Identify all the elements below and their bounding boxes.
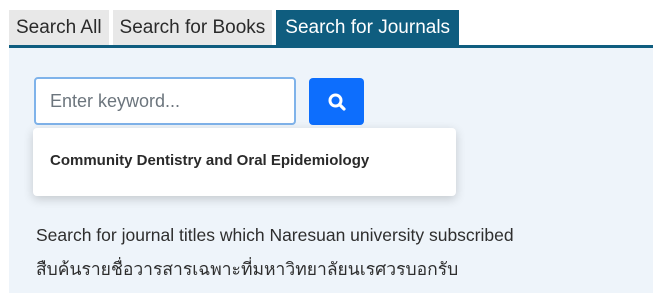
- tab-search-all[interactable]: Search All: [9, 10, 109, 46]
- autocomplete-dropdown: Community Dentistry and Oral Epidemiolog…: [33, 128, 456, 196]
- search-tabs: Search All Search for Books Search for J…: [9, 10, 460, 46]
- description-thai: สืบค้นรายชื่อวารสารเฉพาะที่มหาวิทยาลัยนเ…: [36, 259, 459, 279]
- tab-search-journals[interactable]: Search for Journals: [276, 10, 460, 46]
- search-description: Search for journal titles which Naresuan…: [36, 218, 514, 286]
- search-input[interactable]: [34, 77, 296, 125]
- search-button[interactable]: [309, 78, 364, 125]
- description-english: Search for journal titles which Naresuan…: [36, 225, 514, 245]
- suggestion-item[interactable]: Community Dentistry and Oral Epidemiolog…: [50, 152, 369, 169]
- journal-search-widget: Search All Search for Books Search for J…: [0, 0, 653, 293]
- tab-search-books[interactable]: Search for Books: [112, 10, 273, 46]
- search-icon: [327, 92, 347, 112]
